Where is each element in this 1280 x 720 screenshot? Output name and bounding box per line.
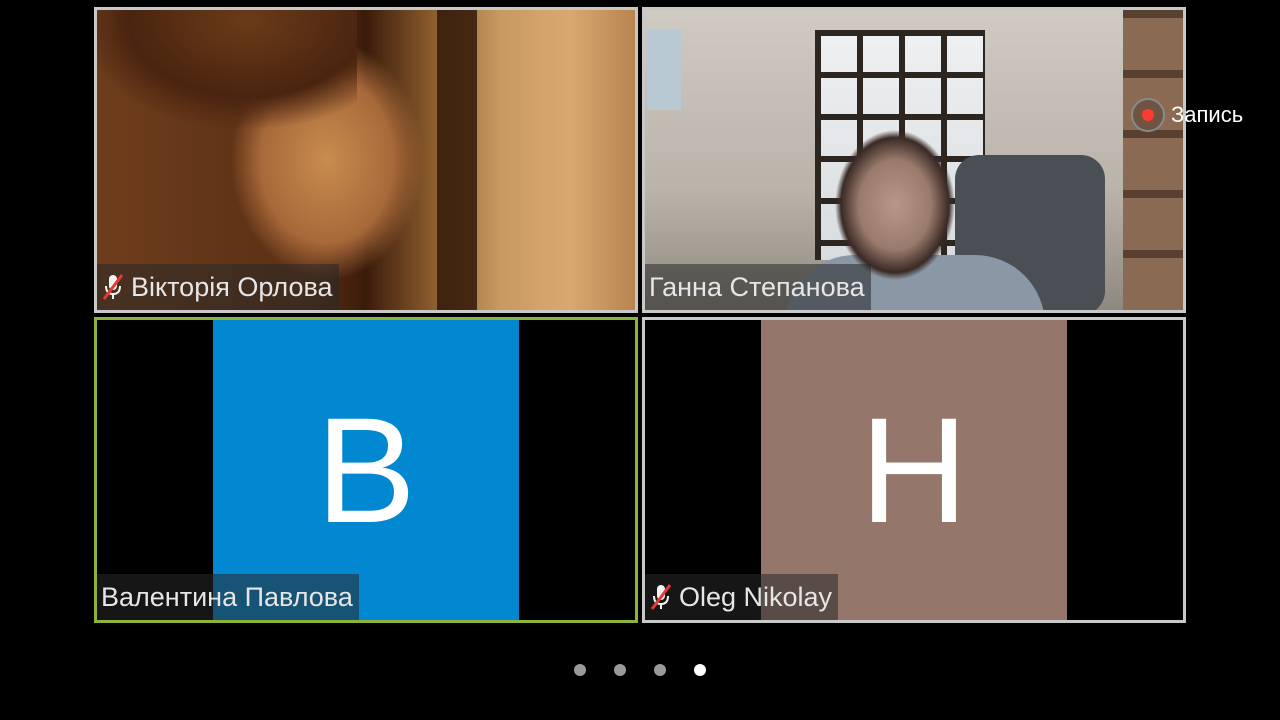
recording-indicator[interactable]: Запись <box>1131 97 1243 133</box>
participant-name: Ганна Степанова <box>649 271 865 302</box>
page-indicator[interactable] <box>574 664 706 676</box>
video-tile-3[interactable]: B Валентина Павлова <box>94 317 638 623</box>
mic-muted-icon <box>650 584 672 610</box>
participant-name: Вікторія Орлова <box>131 271 333 302</box>
page-dot-3[interactable] <box>654 664 666 676</box>
video-tile-4[interactable]: H Oleg Nikolay <box>642 317 1186 623</box>
page-dot-2[interactable] <box>614 664 626 676</box>
mic-muted-icon <box>102 274 124 300</box>
video-tile-2[interactable]: Ганна Степанова <box>642 7 1186 313</box>
record-icon <box>1131 98 1165 132</box>
participant-name-tag: Валентина Павлова <box>97 574 359 620</box>
video-tile-1[interactable]: Вікторія Орлова <box>94 7 638 313</box>
participant-name-tag: Oleg Nikolay <box>645 574 839 620</box>
recording-label: Запись <box>1171 102 1244 127</box>
page-dot-1[interactable] <box>574 664 586 676</box>
participant-name: Oleg Nikolay <box>679 581 833 612</box>
participant-name-tag: Вікторія Орлова <box>97 264 339 310</box>
page-dot-4[interactable] <box>694 664 706 676</box>
participant-name: Валентина Павлова <box>101 581 353 612</box>
participant-name-tag: Ганна Степанова <box>645 264 871 310</box>
